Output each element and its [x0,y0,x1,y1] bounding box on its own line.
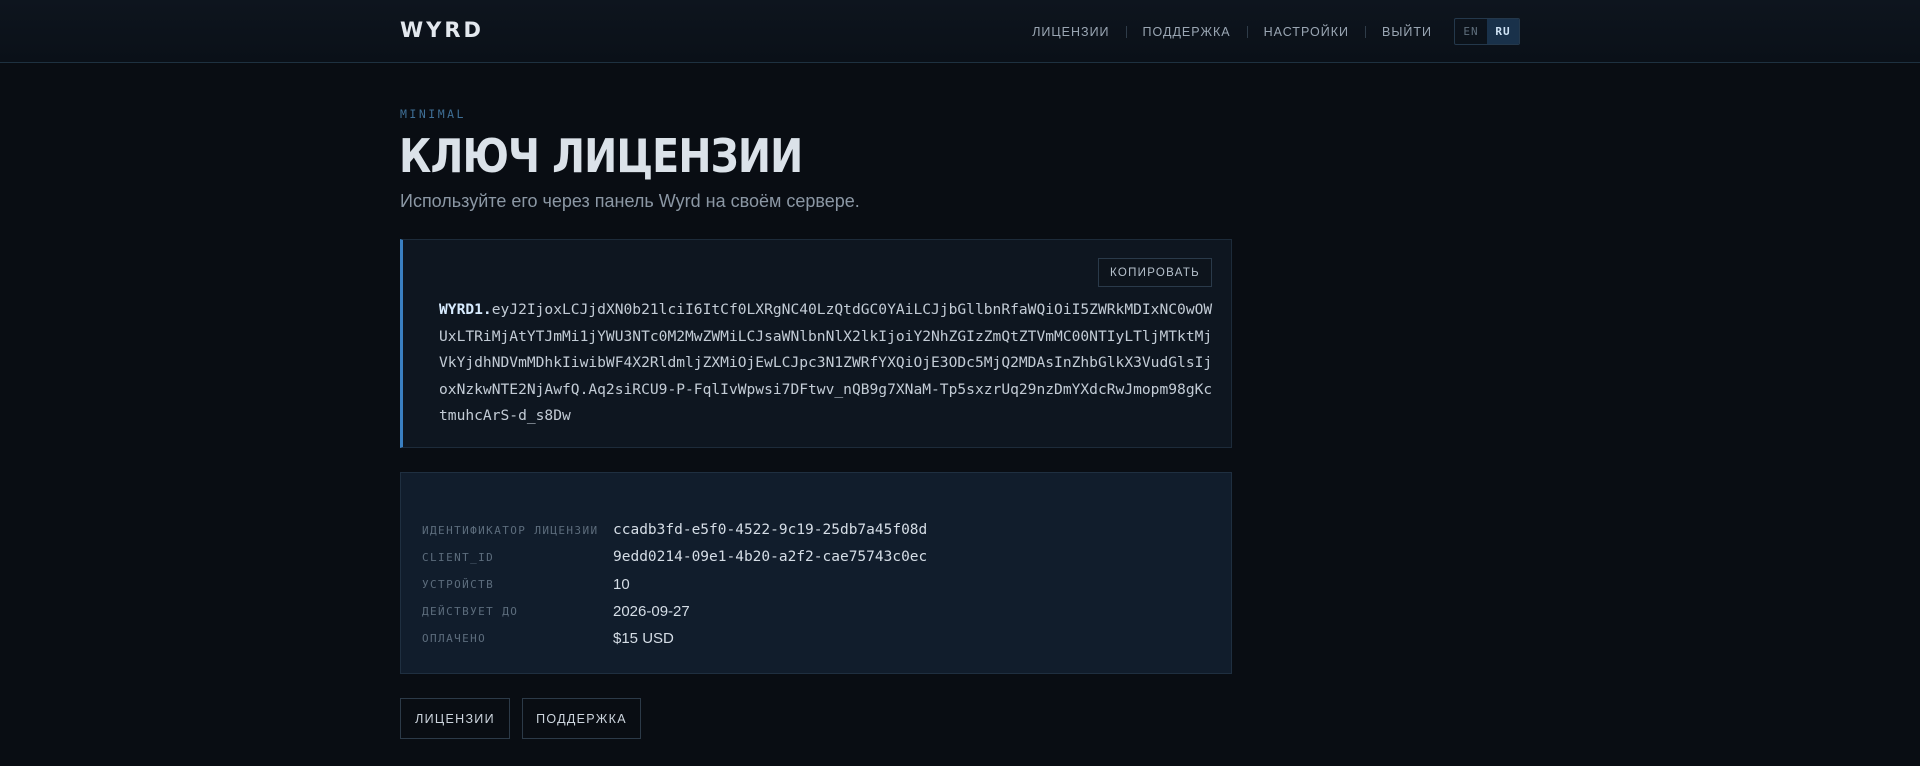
page-subtitle: Используйте его через панель Wyrd на сво… [400,191,860,211]
license-key-text[interactable]: WYRD1.eyJ2IjoxLCJjdXN0b21lciI6ItCf0LXRgN… [439,297,1219,430]
page-title: КЛЮЧ ЛИЦЕНЗИИ [399,129,803,183]
detail-row-license-id: ИДЕНТИФИКАТОР ЛИЦЕНЗИИ ccadb3fd-e5f0-452… [422,520,927,540]
detail-value: ccadb3fd-e5f0-4522-9c19-25db7a45f08d [613,522,928,538]
license-key-card: КОПИРОВАТЬ WYRD1.eyJ2IjoxLCJjdXN0b21lciI… [400,239,1232,448]
nav-link-logout[interactable]: ВЫЙТИ [1366,25,1448,39]
detail-value: 2026-09-27 [613,602,690,620]
detail-value: 9edd0214-09e1-4b20-a2f2-cae75743c0ec [613,549,928,565]
detail-row-client-id: CLIENT_ID 9edd0214-09e1-4b20-a2f2-cae757… [422,547,927,567]
license-key-prefix: WYRD1. [439,301,492,318]
nav-link-licenses[interactable]: ЛИЦЕНЗИИ [1016,25,1125,39]
language-switcher: EN RU [1454,18,1520,45]
detail-label: CLIENT_ID [422,550,495,564]
detail-value: 10 [613,575,630,593]
licenses-button[interactable]: ЛИЦЕНЗИИ [400,698,510,739]
copy-button[interactable]: КОПИРОВАТЬ [1097,258,1212,287]
nav-link-support[interactable]: ПОДДЕРЖКА [1127,25,1247,39]
top-navigation-bar: WYRD ЛИЦЕНЗИИ ПОДДЕРЖКА НАСТРОЙКИ ВЫЙТИ … [0,0,1920,63]
license-key-body: eyJ2IjoxLCJjdXN0b21lciI6ItCf0LXRgNC40LzQ… [439,301,1213,425]
detail-label: УСТРОЙСТВ [422,577,495,591]
detail-row-paid: ОПЛАЧЕНО $15 USD [422,628,674,648]
plan-eyebrow: MINIMAL [400,107,466,121]
detail-label: ИДЕНТИФИКАТОР ЛИЦЕНЗИИ [422,523,599,537]
language-option-en[interactable]: EN [1455,19,1487,44]
detail-row-devices: УСТРОЙСТВ 10 [422,574,630,594]
detail-value: $15 USD [613,629,674,647]
language-option-ru[interactable]: RU [1487,19,1519,44]
main-nav: ЛИЦЕНЗИИ ПОДДЕРЖКА НАСТРОЙКИ ВЫЙТИ EN RU [1016,0,1520,63]
detail-label: ДЕЙСТВУЕТ ДО [422,604,519,618]
license-details-card: ИДЕНТИФИКАТОР ЛИЦЕНЗИИ ccadb3fd-e5f0-452… [400,472,1232,674]
nav-link-settings[interactable]: НАСТРОЙКИ [1248,25,1365,39]
logo[interactable]: WYRD [400,18,484,42]
detail-row-valid-until: ДЕЙСТВУЕТ ДО 2026-09-27 [422,601,690,621]
detail-label: ОПЛАЧЕНО [422,631,487,645]
support-button[interactable]: ПОДДЕРЖКА [522,698,641,739]
